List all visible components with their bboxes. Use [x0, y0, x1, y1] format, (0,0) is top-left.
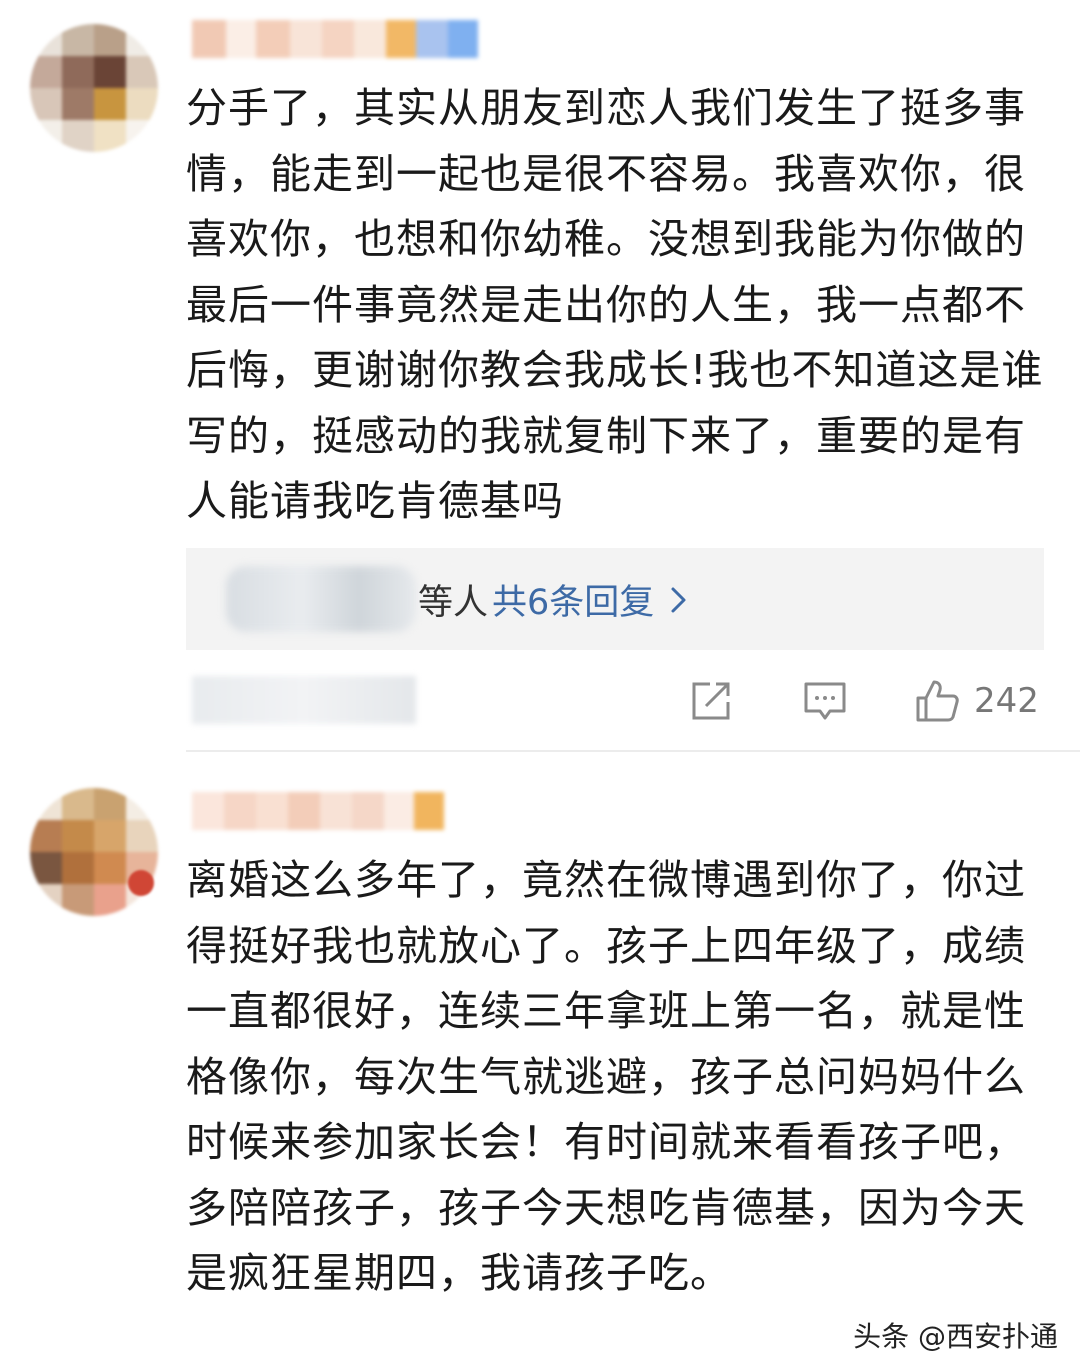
comment-card: 离婚这么多年了，竟然在微博遇到你了，你过得挺好我也就放心了。孩子上四年级了，成绩… [0, 752, 1080, 1367]
like-count: 242 [974, 681, 1039, 721]
comment-meta [192, 676, 416, 724]
share-button[interactable] [688, 676, 734, 726]
comment-button[interactable] [802, 676, 848, 726]
view-replies-link[interactable]: 共6条回复 [492, 574, 690, 625]
avatar[interactable] [30, 24, 158, 152]
username[interactable] [192, 20, 478, 58]
comment-text: 分手了，其实从朋友到恋人我们发生了挺多事情，能走到一起也是很不容易。我喜欢你，很… [186, 84, 1044, 525]
share-icon [692, 682, 730, 720]
verified-badge-icon [128, 870, 154, 896]
username[interactable] [192, 792, 444, 830]
comment-card: 分手了，其实从朋友到恋人我们发生了挺多事情，能走到一起也是很不容易。我喜欢你，很… [0, 0, 1080, 752]
avatar[interactable] [30, 788, 158, 916]
like-icon [916, 680, 959, 722]
chevron-right-icon [671, 587, 686, 612]
reply-suffix: 等人 [418, 583, 489, 623]
reply-summary[interactable]: 等人 共6条回复 [186, 548, 1044, 650]
like-button[interactable]: 242 [914, 676, 1039, 726]
comment-text: 离婚这么多年了，竟然在微博遇到你了，你过得挺好我也就放心了。孩子上四年级了，成绩… [186, 856, 1026, 1297]
comment-icon [804, 682, 846, 720]
reply-usernames[interactable] [226, 566, 416, 632]
reply-count-label: 共6条回复 [492, 583, 655, 623]
watermark: 头条 @西安扑通 [853, 1320, 1058, 1353]
